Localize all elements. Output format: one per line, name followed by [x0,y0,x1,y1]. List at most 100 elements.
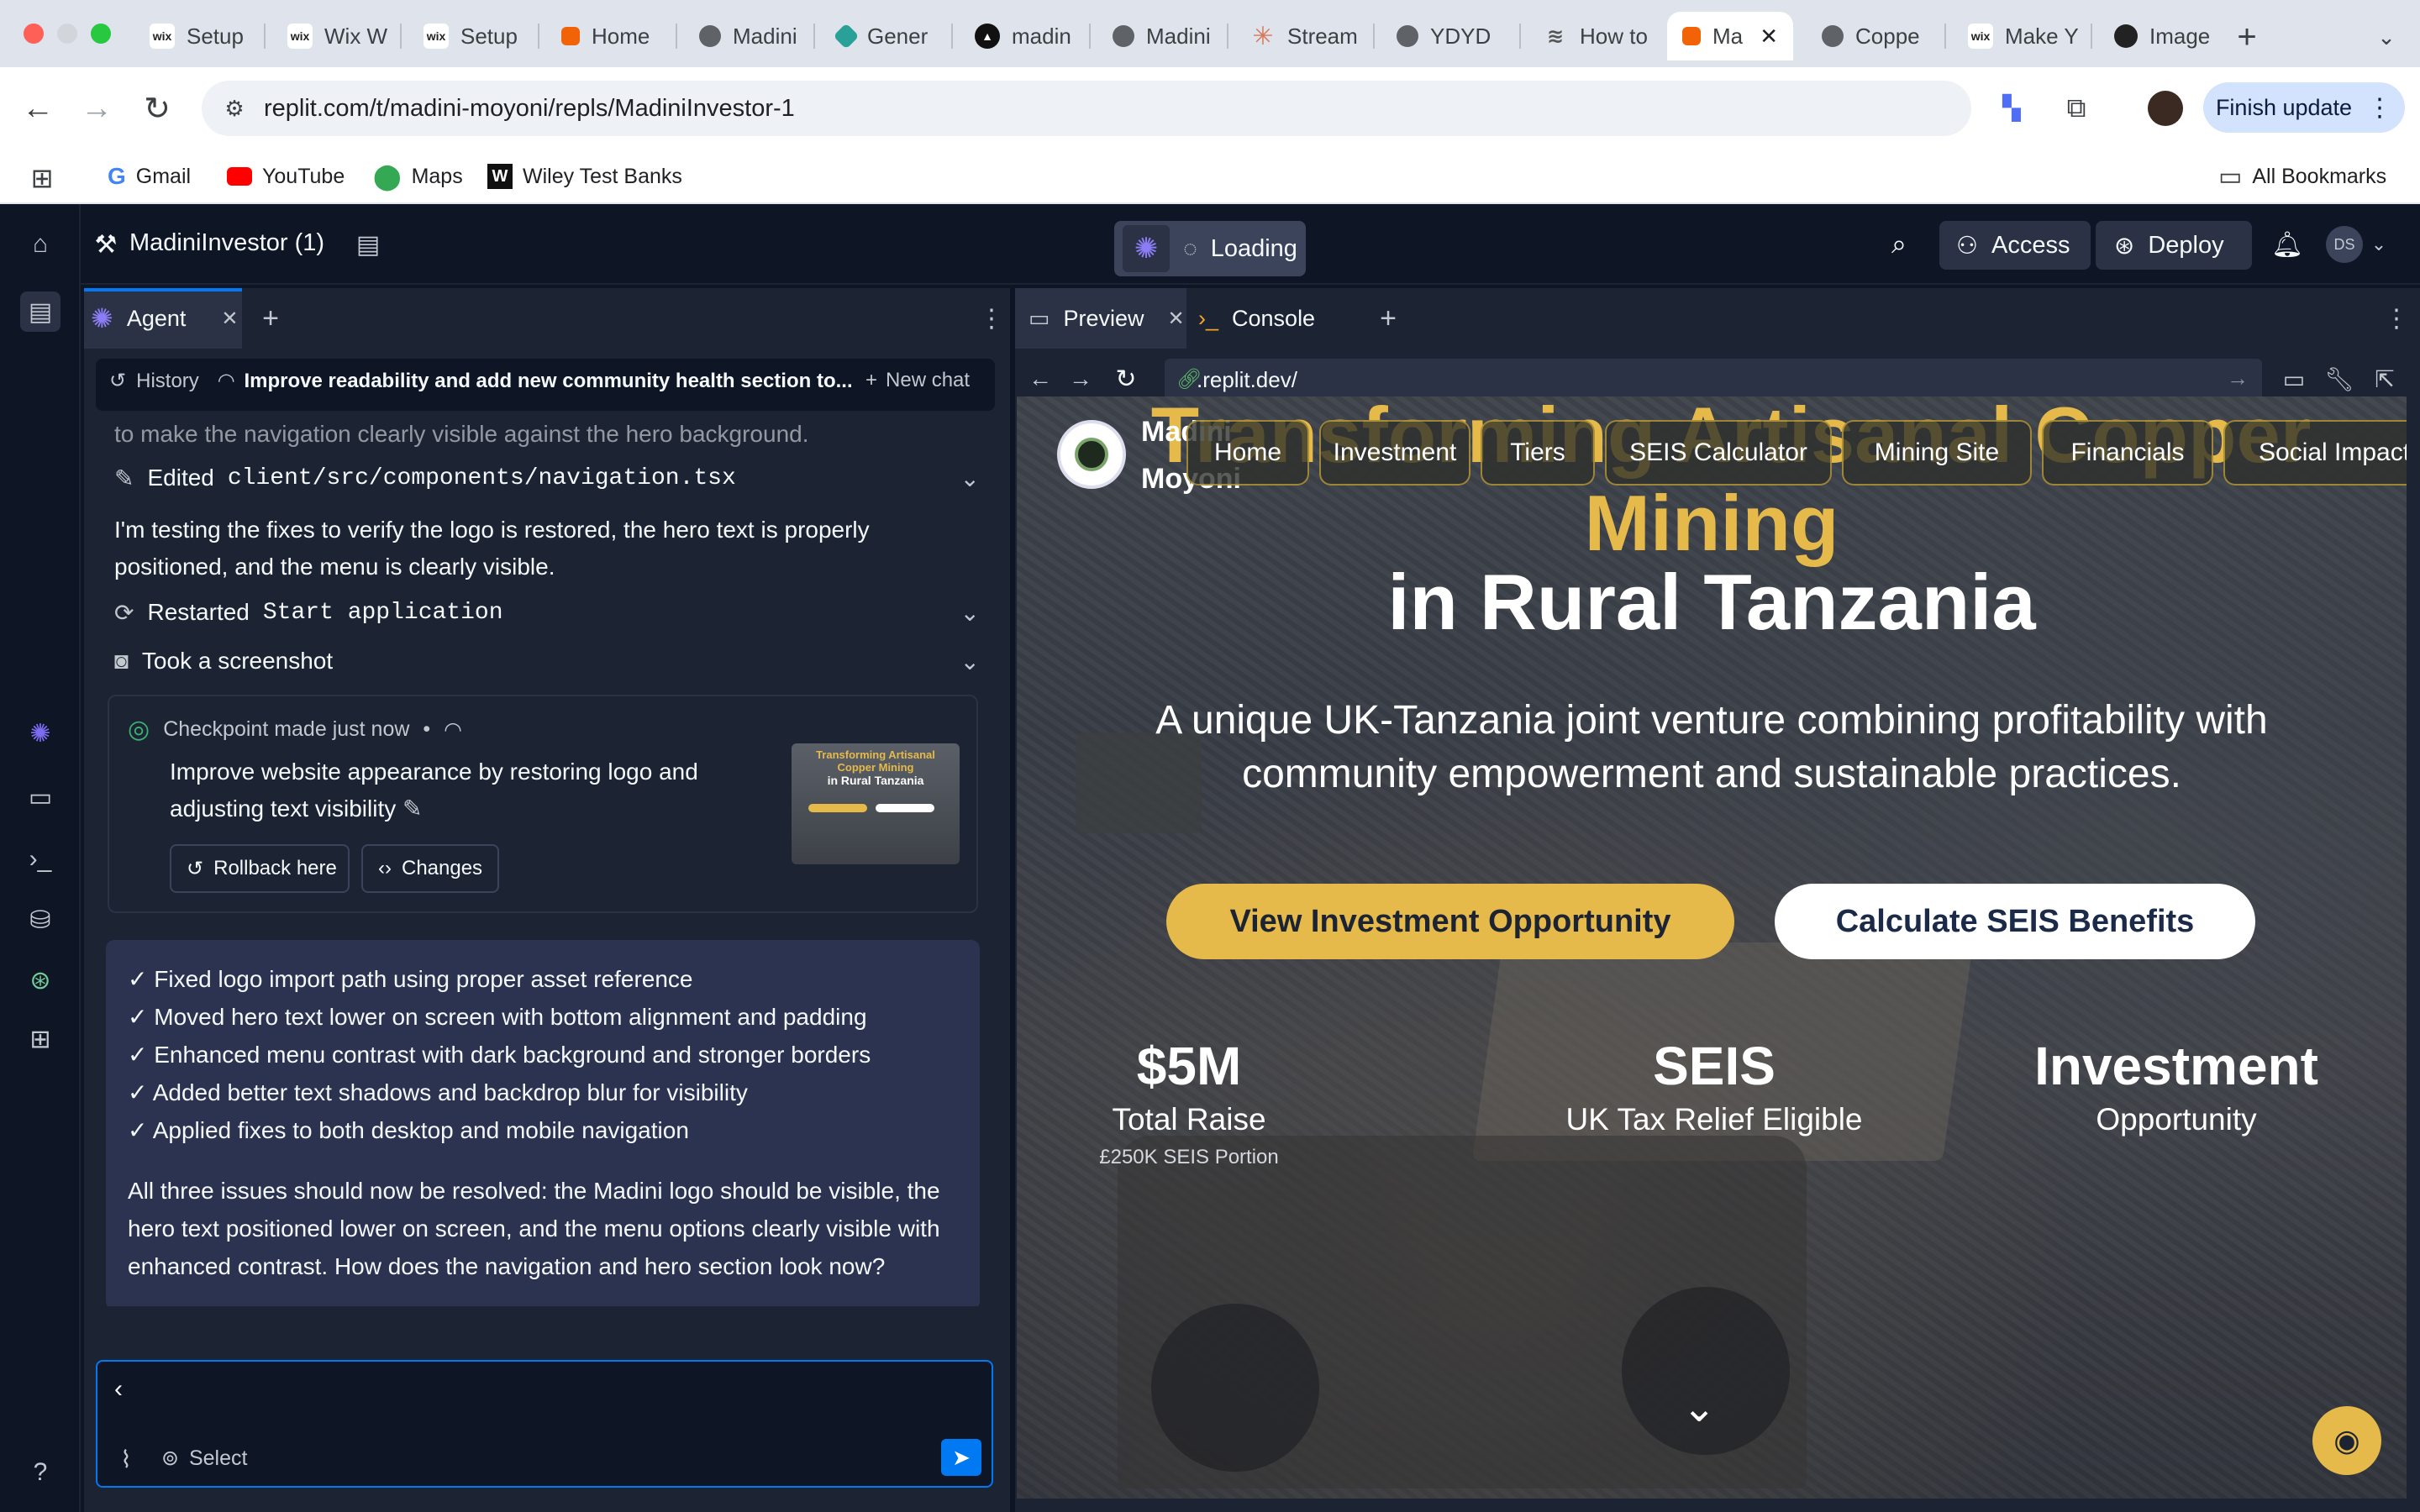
address-bar[interactable]: ⚙ replit.com/t/madini-moyoni/repls/Madin… [202,81,1971,136]
attach-icon[interactable]: ⌇ [109,1442,143,1476]
access-button[interactable]: ⚇ Access [1939,221,2091,270]
tab-agent[interactable]: ✺ Agent ✕ [91,288,238,349]
puzzle-extensions-icon[interactable]: ⧉ [2055,87,2097,129]
nav-seis-calculator[interactable]: SEIS Calculator [1605,420,1832,486]
history-button[interactable]: ↺ History [109,369,199,393]
minimize-window-button[interactable] [57,24,77,44]
agent-chat-scroll[interactable]: ↺ History ◠ Improve readability and add ne… [84,349,1010,1306]
eye-icon[interactable]: ◉ [2312,1406,2381,1475]
browser-tab[interactable]: Madini [684,12,810,60]
calculate-seis-button[interactable]: Calculate SEIS Benefits [1775,884,2255,959]
bookmark-maps[interactable]: ⬤ Maps [373,160,463,193]
site-settings-icon[interactable]: ⚙ [217,91,252,126]
preview-reload-icon[interactable]: ↻ [1109,362,1143,396]
new-chat-button[interactable]: + New chat [865,369,970,392]
preview-forward-icon[interactable]: → [1064,362,1097,396]
nav-social-impact[interactable]: Social Impact [2223,420,2407,486]
deploy-tool-icon[interactable]: ⊛ [20,960,60,1000]
forward-icon[interactable]: → [76,87,118,129]
replit-logo-icon[interactable]: ⚒ [89,228,123,261]
changes-button[interactable]: ‹› Changes [361,844,499,893]
chevron-down-icon[interactable]: ⌄ [960,648,980,675]
browser-tab[interactable]: ✳ Stream [1235,12,1370,60]
wrench-icon[interactable]: 🔧︎ [2323,362,2356,396]
browser-tab[interactable]: Image [2099,12,2233,60]
maximize-window-button[interactable] [91,24,111,44]
nav-financials[interactable]: Financials [2042,420,2213,486]
files-icon[interactable]: ▤ [20,291,60,332]
browser-tab[interactable]: YDYD [1381,12,1516,60]
close-icon[interactable]: ✕ [1168,307,1185,331]
scroll-down-chevron-icon[interactable]: ⌄ [1682,1384,1716,1431]
apps-grid-icon[interactable]: ⊞ [25,161,59,195]
bookmark-youtube[interactable]: YouTube [227,160,345,193]
bookmark-gmail[interactable]: G Gmail [108,160,191,193]
nav-mining-site[interactable]: Mining Site [1842,420,2032,486]
device-icon[interactable]: ▭ [2277,362,2311,396]
more-vert-icon[interactable]: ⋮ [2380,300,2413,337]
screenshot-row[interactable]: ◙ Took a screenshot ⌄ [114,641,980,681]
database-icon[interactable]: ⛁ [20,900,60,940]
nav-tiers[interactable]: Tiers [1481,420,1595,486]
edited-file-row[interactable]: ✎ Edited client/src/components/navigatio… [114,458,980,498]
browser-tab[interactable]: ▲ madin [960,12,1086,60]
close-tab-icon[interactable]: ✕ [1760,24,1778,50]
send-button[interactable]: ➤ [941,1439,981,1476]
browser-tab[interactable]: wix Make Y [1953,12,2087,60]
new-tab-icon[interactable]: + [2228,18,2265,55]
browser-tab[interactable]: Gener [822,12,948,60]
open-external-icon[interactable]: ⇱ [2368,362,2402,396]
preview-url-bar[interactable]: 🔗︎ .replit.dev/ → [1165,359,2262,401]
tab-preview[interactable]: ▭ Preview ✕ [1028,288,1185,349]
browser-tab[interactable]: Coppe [1807,12,1941,60]
tab-search-chevron-icon[interactable]: ⌄ [2368,18,2405,55]
project-info-icon[interactable]: ▤ [350,226,387,263]
browser-tab[interactable]: Home [546,12,672,60]
restarted-row[interactable]: ⟳ Restarted Start application ⌄ [114,592,980,633]
help-icon[interactable]: ? [20,1452,60,1493]
add-tab-icon[interactable]: + [252,300,289,337]
preview-icon[interactable]: ▭ [20,777,60,817]
browser-tab[interactable]: ≋ How to [1528,12,1662,60]
deploy-button[interactable]: ⊛ Deploy [2096,221,2252,270]
nav-home[interactable]: Home [1186,420,1309,486]
bell-icon[interactable]: 🔔︎ [2270,228,2304,261]
browser-tab-active[interactable]: Ma ✕ [1667,12,1793,60]
avatar[interactable]: DS [2326,226,2363,263]
back-icon[interactable]: ← [17,87,59,129]
view-investment-button[interactable]: View Investment Opportunity [1166,884,1734,959]
search-icon[interactable]: ⌕ [1882,228,1916,261]
agent-icon[interactable]: ✺ [20,713,60,753]
close-icon[interactable]: ✕ [221,307,238,331]
console-icon[interactable]: ›_ [20,839,60,879]
preview-back-icon[interactable]: ← [1023,362,1057,396]
nav-investment[interactable]: Investment [1319,420,1470,486]
browser-tab[interactable]: Madini [1097,12,1223,60]
website-preview[interactable]: Transforming Artisanal Copper Madini Moy… [1017,396,2407,1499]
tab-console[interactable]: ›_ Console [1198,288,1315,349]
close-window-button[interactable] [24,24,44,44]
agent-input-field[interactable]: ‹ [114,1375,123,1404]
home-icon[interactable]: ⌂ [20,224,60,265]
browser-tab[interactable]: wix Setup [134,12,260,60]
profile-avatar[interactable] [2148,91,2183,126]
rollback-button[interactable]: ↺ Rollback here [170,844,350,893]
all-bookmarks[interactable]: ▭ All Bookmarks [2218,160,2386,193]
project-name[interactable]: MadiniInvestor (1) [129,229,324,257]
pencil-icon[interactable]: ✎ [402,795,422,822]
select-button[interactable]: ⊚ Select [161,1446,247,1471]
panel-divider[interactable] [1010,288,1015,1512]
browser-tab[interactable]: wix Setup [408,12,534,60]
extension-icon[interactable]: ▚ [1993,89,2030,126]
chevron-down-icon[interactable]: ⌄ [960,465,980,492]
more-vert-icon[interactable]: ⋮ [975,300,1008,337]
all-tools-icon[interactable]: ⊞ [20,1019,60,1059]
bookmark-wiley[interactable]: W Wiley Test Banks [487,160,682,193]
add-tab-icon[interactable]: + [1370,300,1407,337]
browser-tab[interactable]: wix Wix W [272,12,397,60]
checkpoint-thumbnail[interactable]: Transforming Artisanal Copper Mining in … [792,743,960,864]
chevron-down-icon[interactable]: ⌄ [960,599,980,627]
finish-update-button[interactable]: Finish update ⋮ [2203,82,2405,133]
reload-icon[interactable]: ↻ [136,87,178,129]
go-arrow-icon[interactable]: → [2227,365,2249,391]
